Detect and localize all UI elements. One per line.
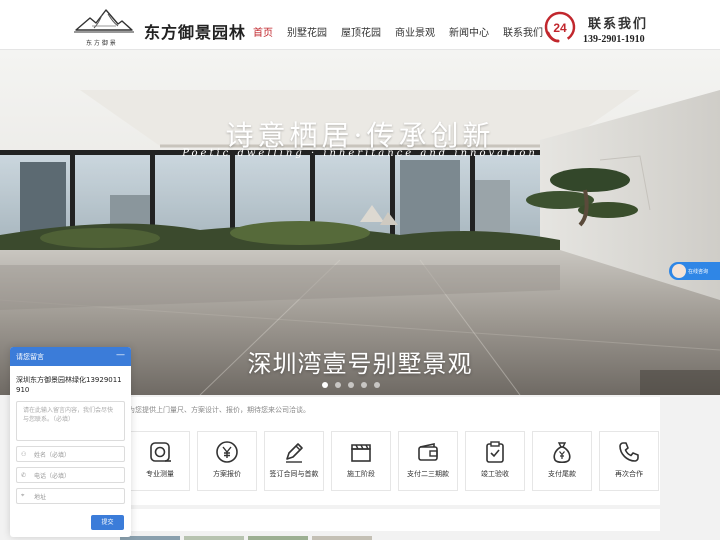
process-step-label: 支付尾款 — [548, 470, 576, 478]
process-step-label: 方案报价 — [213, 470, 241, 478]
nav-item-1[interactable]: 别墅花园 — [287, 24, 327, 39]
money-bag-icon — [553, 442, 571, 464]
svg-text:东 方 御 景: 东 方 御 景 — [86, 39, 116, 47]
phone-field[interactable]: ✆ 电话（必填） — [16, 467, 125, 483]
section-strip — [120, 509, 660, 531]
clipboard-check-icon — [486, 441, 504, 463]
tape-measure-icon — [150, 442, 171, 462]
process-step-label: 施工阶段 — [347, 470, 375, 478]
logo-icon[interactable]: 东 方 御 景 — [72, 4, 136, 48]
nav-item-5[interactable]: 联系我们 — [503, 24, 543, 39]
process-step[interactable]: 专业测量 — [130, 431, 190, 491]
message-widget: 请您留言 — 深圳东方御景园林绿化13929011910 请在此输入留言内容，我… — [10, 347, 131, 537]
phone-24h-icon: 24 — [544, 11, 576, 43]
service-process: 为您提供上门量尺、方案设计、报价，期待您来公司洽谈。 专业测量 方案报价 签订合同与… — [120, 397, 660, 505]
brand-name[interactable]: 东方御景园林 — [144, 19, 246, 43]
phone-icon — [619, 442, 639, 462]
message-widget-title: 请您留言 — [16, 353, 44, 361]
process-intro: 为您提供上门量尺、方案设计、报价，期待您来公司洽谈。 — [128, 406, 310, 414]
nav-item-4[interactable]: 新闻中心 — [449, 24, 489, 39]
process-step-label: 支付二三期款 — [407, 470, 449, 478]
address-field[interactable]: ⌖ 地址 — [16, 488, 125, 504]
main-nav: 首页 别墅花园 屋顶花园 商业景观 新闻中心 联系我们 — [253, 24, 557, 39]
name-field[interactable]: ⚇ 姓名（必填） — [16, 446, 125, 462]
process-step-label: 再次合作 — [615, 470, 643, 478]
phone-placeholder: 电话（必填） — [34, 472, 71, 480]
submit-button[interactable]: 提交 — [91, 515, 124, 530]
minimize-button[interactable]: — — [116, 350, 125, 360]
slider-dot[interactable] — [348, 382, 354, 388]
slider-dot[interactable] — [361, 382, 367, 388]
message-widget-header[interactable]: 请您留言 — — [10, 347, 131, 366]
process-step-label: 专业测量 — [146, 470, 174, 478]
map-pin-icon: ⌖ — [21, 492, 25, 499]
user-icon: ⚇ — [21, 450, 27, 458]
contact-badge: 24 — [553, 21, 567, 35]
clapboard-icon — [351, 444, 371, 462]
contact-title: 联系我们 — [588, 17, 649, 32]
wallet-icon — [418, 443, 438, 461]
process-step-label: 签订合同与首款 — [269, 470, 319, 478]
process-step[interactable]: 竣工验收 — [465, 431, 525, 491]
name-placeholder: 姓名（必填） — [34, 451, 71, 459]
process-step[interactable]: 方案报价 — [197, 431, 257, 491]
nav-item-0[interactable]: 首页 — [253, 24, 273, 39]
yen-coin-icon — [216, 441, 238, 463]
online-service-label: 在线咨询 — [688, 269, 709, 275]
process-step-label: 竣工验收 — [481, 470, 509, 478]
nav-item-2[interactable]: 屋顶花园 — [341, 24, 381, 39]
slider-dot[interactable] — [322, 382, 328, 388]
contact-phone[interactable]: 139-2901-1910 — [583, 34, 645, 45]
process-step[interactable]: 施工阶段 — [331, 431, 391, 491]
nav-item-3[interactable]: 商业景观 — [395, 24, 435, 39]
company-message: 深圳东方御景园林绿化13929011910 — [16, 376, 122, 394]
message-textarea[interactable]: 请在此输入留言内容，我们会尽快与您联系。（必填） — [16, 401, 125, 441]
process-step[interactable]: 支付二三期款 — [398, 431, 458, 491]
service-avatar — [672, 264, 686, 278]
pen-icon — [286, 443, 303, 463]
address-placeholder: 地址 — [34, 493, 47, 501]
hero-banner[interactable]: 诗意栖居·传承创新 Poetic dwelling · inheritance … — [0, 50, 720, 395]
site-header: 东 方 御 景 东方御景园林 首页 别墅花园 屋顶花园 商业景观 新闻中心 联系我们 24… — [0, 0, 720, 50]
phone-icon: ✆ — [21, 471, 27, 479]
process-step[interactable]: 再次合作 — [599, 431, 659, 491]
banner-subtitle: Poetic dwelling · inheritance and innova… — [182, 148, 538, 159]
slider-dot[interactable] — [374, 382, 380, 388]
slider-dot[interactable] — [335, 382, 341, 388]
online-service-button[interactable]: 在线咨询 — [669, 262, 720, 280]
slider-dots — [322, 382, 387, 388]
case-thumbnails — [120, 536, 660, 540]
process-step[interactable]: 签订合同与首款 — [264, 431, 324, 491]
process-step[interactable]: 支付尾款 — [532, 431, 592, 491]
